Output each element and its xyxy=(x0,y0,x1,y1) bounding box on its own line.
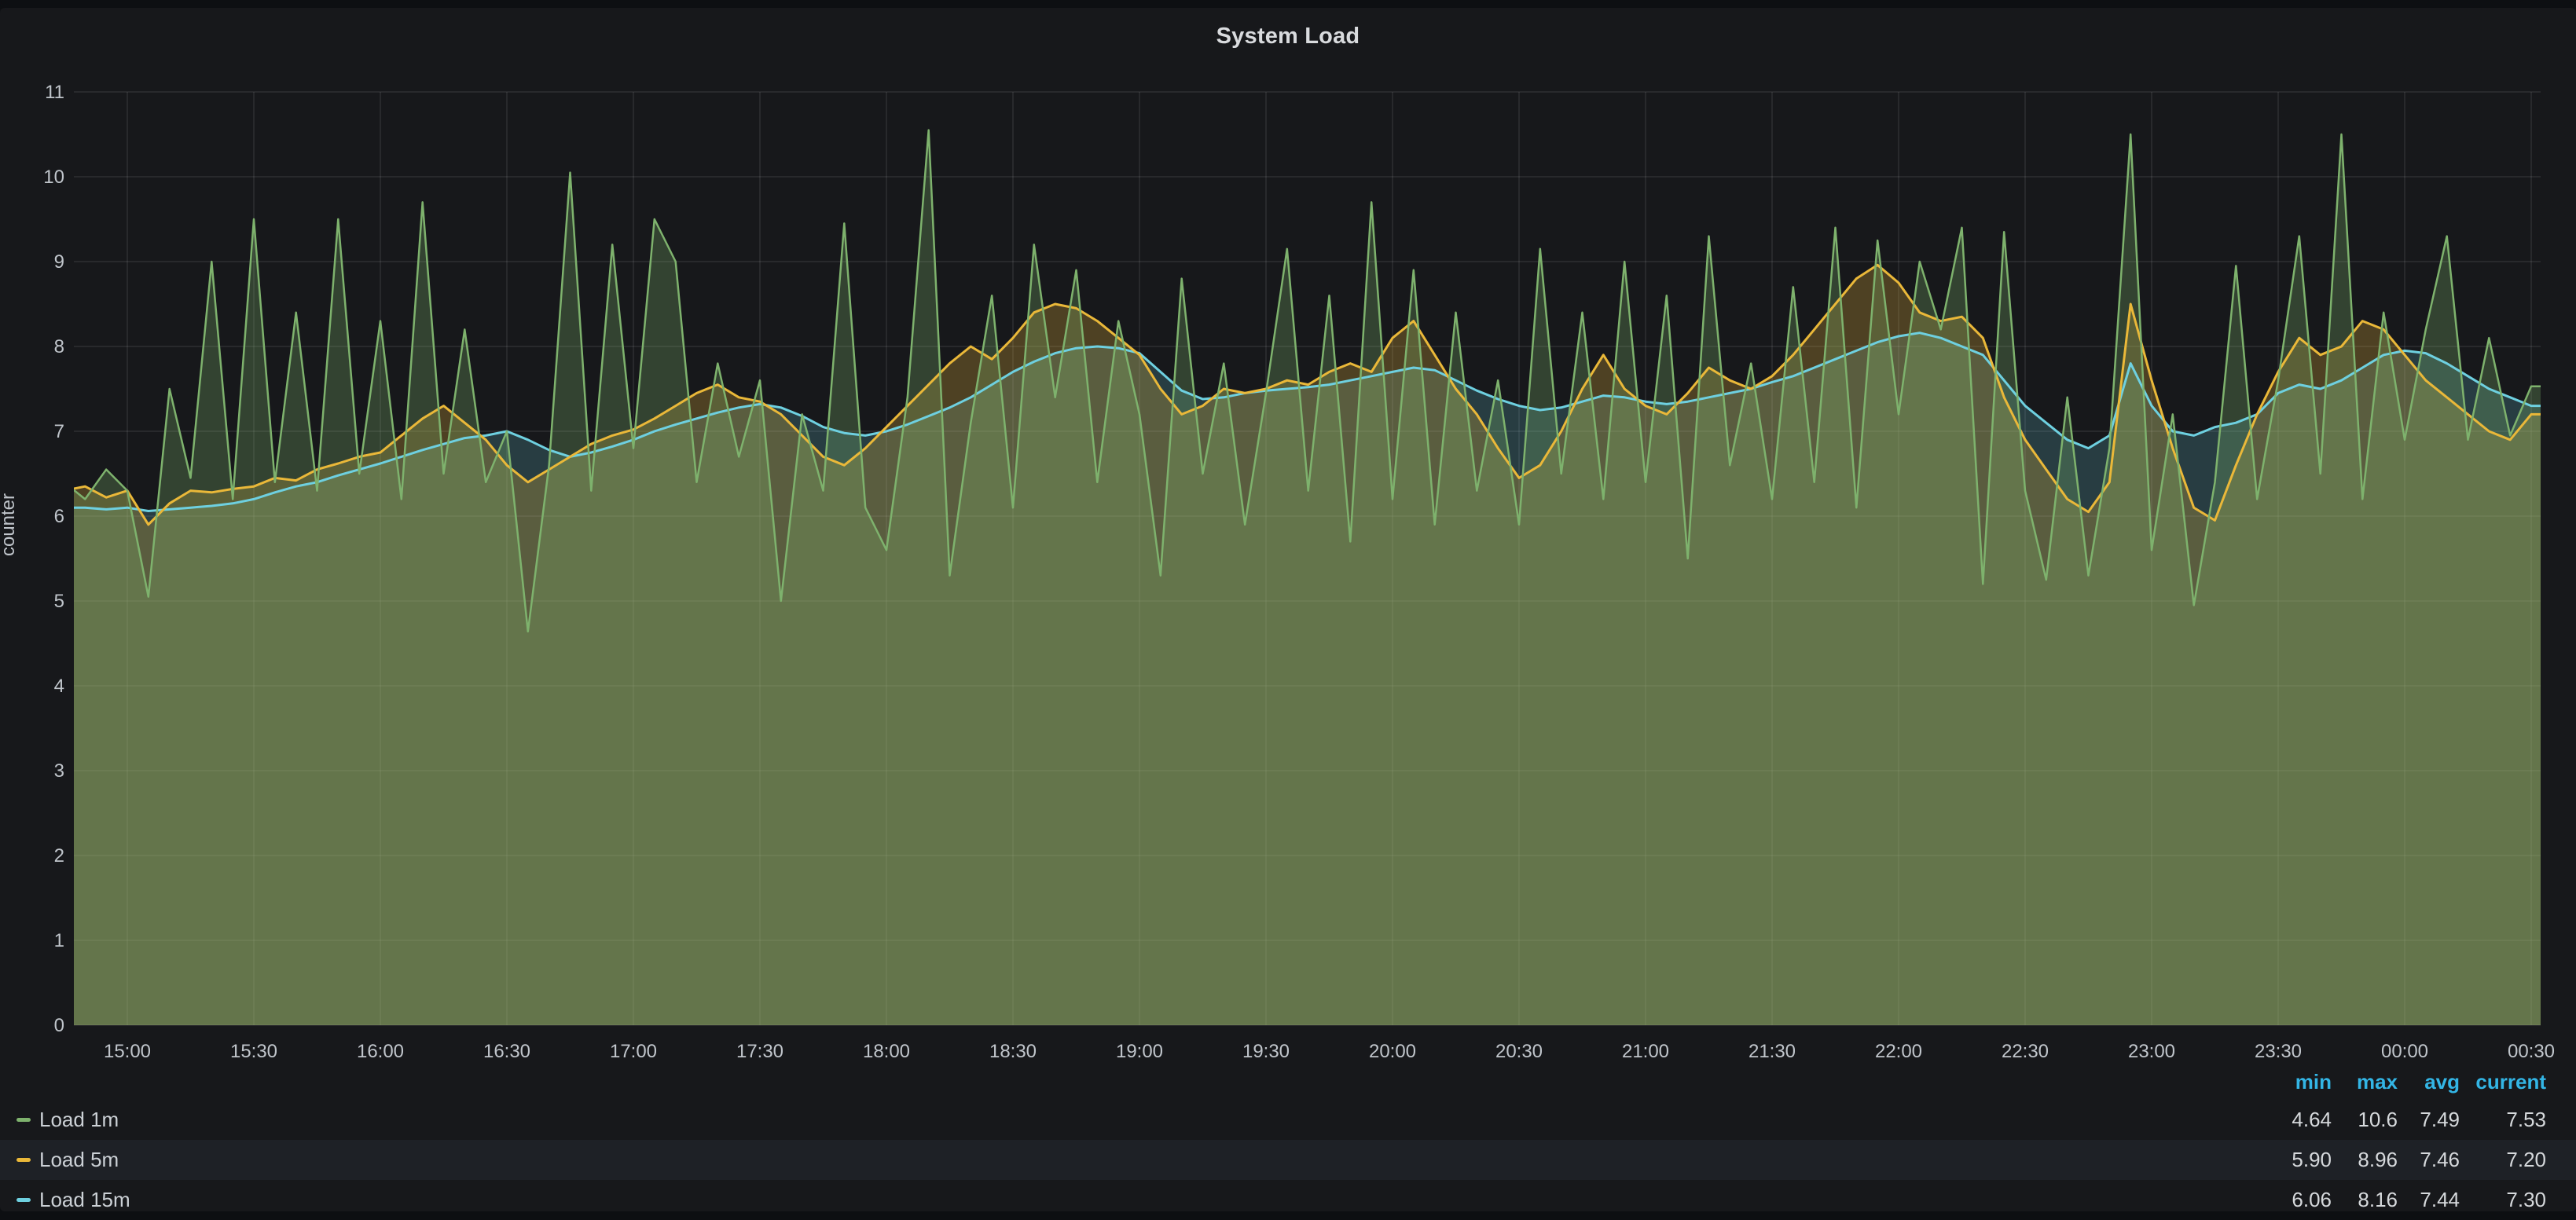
legend-stat-min: 4.64 xyxy=(2261,1108,2332,1132)
legend-label[interactable]: Load 15m xyxy=(39,1188,130,1212)
legend-header: minmaxavgcurrent xyxy=(2261,1070,2546,1094)
legend-swatch-icon[interactable] xyxy=(17,1198,31,1202)
legend-stat-current: 7.53 xyxy=(2460,1108,2546,1132)
graph-panel: System Load 0123456789101115:0015:3016:0… xyxy=(0,8,2576,1211)
y-tick-label: 10 xyxy=(43,167,64,188)
legend-column-avg[interactable]: avg xyxy=(2398,1070,2460,1094)
y-tick-label: 3 xyxy=(54,760,64,782)
legend-column-min[interactable]: min xyxy=(2261,1070,2332,1094)
graph-canvas[interactable]: 0123456789101115:0015:3016:0016:3017:001… xyxy=(0,8,2576,1219)
series-plot xyxy=(64,130,2549,1025)
legend-stat-max: 8.96 xyxy=(2332,1148,2398,1172)
y-tick-label: 7 xyxy=(54,421,64,442)
y-tick-label: 8 xyxy=(54,336,64,357)
area-load-1m xyxy=(64,130,2549,1025)
legend-stats: 6.068.167.447.30 xyxy=(2261,1188,2546,1212)
legend-stat-current: 7.30 xyxy=(2460,1188,2546,1212)
legend-stat-avg: 7.49 xyxy=(2398,1108,2460,1132)
legend-swatch-icon[interactable] xyxy=(17,1118,31,1122)
y-tick-label: 6 xyxy=(54,506,64,527)
legend-stat-avg: 7.46 xyxy=(2398,1148,2460,1172)
legend-stats: 5.908.967.467.20 xyxy=(2261,1148,2546,1172)
legend-label[interactable]: Load 5m xyxy=(39,1148,119,1172)
legend: minmaxavgcurrentLoad 1m4.6410.67.497.53L… xyxy=(0,1053,2576,1219)
y-tick-label: 1 xyxy=(54,930,64,951)
legend-stat-min: 5.90 xyxy=(2261,1148,2332,1172)
legend-label[interactable]: Load 1m xyxy=(39,1108,119,1132)
y-axis-title: counter xyxy=(0,493,19,556)
legend-stat-max: 8.16 xyxy=(2332,1188,2398,1212)
y-tick-label: 9 xyxy=(54,251,64,273)
legend-column-current[interactable]: current xyxy=(2460,1070,2546,1094)
legend-row-load-15m[interactable]: Load 15m 6.068.167.447.30 xyxy=(0,1180,2576,1220)
y-tick-label: 5 xyxy=(54,591,64,612)
legend-row-load-1m[interactable]: Load 1m 4.6410.67.497.53 xyxy=(0,1100,2576,1140)
y-tick-label: 11 xyxy=(45,82,64,103)
legend-row-load-5m[interactable]: Load 5m 5.908.967.467.20 xyxy=(0,1140,2576,1180)
y-tick-label: 0 xyxy=(54,1015,64,1036)
legend-column-max[interactable]: max xyxy=(2332,1070,2398,1094)
legend-stat-avg: 7.44 xyxy=(2398,1188,2460,1212)
legend-stats: 4.6410.67.497.53 xyxy=(2261,1108,2546,1132)
y-tick-label: 2 xyxy=(54,845,64,866)
legend-stat-current: 7.20 xyxy=(2460,1148,2546,1172)
y-tick-label: 4 xyxy=(54,676,64,697)
legend-swatch-icon[interactable] xyxy=(17,1158,31,1162)
legend-stat-max: 10.6 xyxy=(2332,1108,2398,1132)
legend-stat-min: 6.06 xyxy=(2261,1188,2332,1212)
